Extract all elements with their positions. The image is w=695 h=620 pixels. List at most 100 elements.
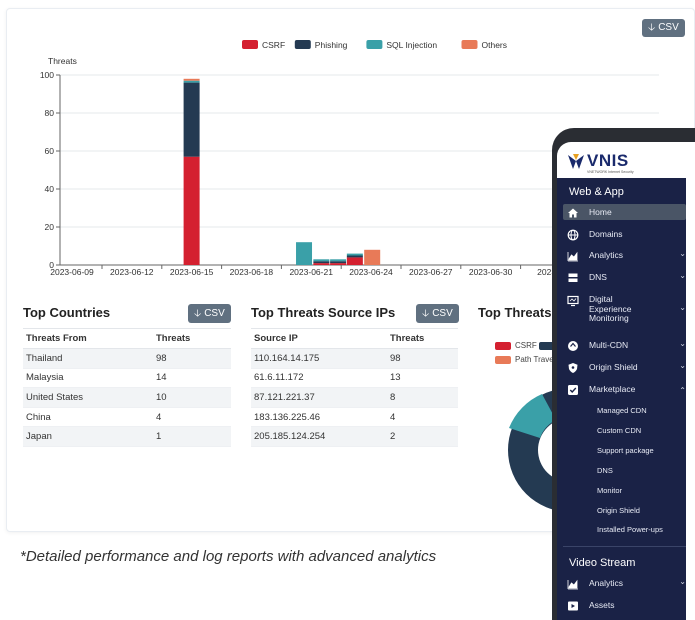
bar-segment-sql-injection xyxy=(346,253,363,256)
sidebar-item-dns[interactable]: DNS ⌄ xyxy=(563,271,686,284)
table-row: 205.185.124.254 2 xyxy=(251,426,458,447)
y-tick-label: 60 xyxy=(45,146,55,156)
submenu-item-custom-cdn[interactable]: Custom CDN xyxy=(597,426,641,435)
y-tick-label: 40 xyxy=(45,184,55,194)
nav-divider xyxy=(563,546,695,547)
vnis-logo-mark-icon xyxy=(568,154,584,169)
legend-swatch xyxy=(495,356,511,364)
legend-label: CSRF xyxy=(262,40,285,50)
bar-segment-phishing xyxy=(330,261,347,264)
x-tick-label: 2023-06-18 xyxy=(230,267,274,277)
legend-swatch xyxy=(294,40,311,49)
nav-section-web-app: Web & App xyxy=(569,186,624,198)
x-tick-label: 2023-06-12 xyxy=(110,267,154,277)
submenu-item-installed-power-ups[interactable]: Installed Power-ups xyxy=(597,525,663,534)
sidebar-item-dem[interactable]: Digital Experience Monitoring ⌄ xyxy=(563,294,686,327)
legend-swatch xyxy=(461,40,478,49)
bar-segment-others xyxy=(364,249,381,265)
chevron-down-icon: ⌄ xyxy=(679,303,686,312)
chart-icon xyxy=(567,579,578,590)
legend-label: Path Trave xyxy=(515,355,554,364)
submenu-item-monitor[interactable]: Monitor xyxy=(597,486,622,495)
legend-label: CSRF xyxy=(515,341,537,350)
table-row: 110.164.14.175 98 xyxy=(251,348,458,369)
legend-swatch xyxy=(495,342,511,350)
shield-icon xyxy=(568,363,578,373)
sidebar-item-home[interactable]: Home xyxy=(563,204,686,220)
legend-label: Others xyxy=(482,40,508,50)
chevron-down-icon: ⌄ xyxy=(679,577,686,586)
chevron-up-icon: ⌃ xyxy=(679,386,686,395)
sidebar-item-domains[interactable]: Domains xyxy=(563,229,686,241)
bar-segment-phishing xyxy=(183,82,200,157)
chevron-down-icon: ⌄ xyxy=(679,361,686,370)
table-row: United States 10 xyxy=(23,387,231,408)
caption: *Detailed performance and log reports wi… xyxy=(20,548,437,565)
column-header[interactable]: Threats xyxy=(387,328,458,349)
bar-segment-others xyxy=(183,78,200,81)
bar-segment-sql-injection xyxy=(183,80,200,83)
x-tick-label: 2023-06-30 xyxy=(469,267,513,277)
x-tick-label: 2023-06-24 xyxy=(349,267,393,277)
x-tick-label: 2023-06-09 xyxy=(50,267,94,277)
legend-swatch xyxy=(242,40,258,49)
column-header[interactable]: Threats From xyxy=(23,328,153,349)
monitor-icon xyxy=(567,295,579,307)
ips-csv-button[interactable]: 🡣 CSV xyxy=(416,304,459,323)
column-header[interactable]: Source IP xyxy=(251,328,387,349)
top-ips-title: Top Threats Source IPs xyxy=(251,305,396,320)
bar-segment-csrf xyxy=(330,263,347,265)
sidebar-item-video-analytics[interactable]: Analytics ⌄ xyxy=(563,577,686,590)
top-ips-table: Source IP Threats 110.164.14.175 98 61.6.… xyxy=(251,328,458,447)
phone-screen: VNIS VNETWORK Internet Security Web & Ap… xyxy=(557,142,695,620)
cdn-icon xyxy=(568,341,578,351)
y-tick-label: 20 xyxy=(45,222,55,232)
bar-segment-csrf xyxy=(313,263,330,265)
submenu-item-managed-cdn[interactable]: Managed CDN xyxy=(597,406,647,415)
download-icon: 🡣 xyxy=(422,308,430,319)
sidebar-item-multi-cdn[interactable]: Multi-CDN ⌄ xyxy=(563,339,686,352)
bar-segment-sql-injection xyxy=(313,259,330,262)
table-row: 61.6.11.172 13 xyxy=(251,368,458,389)
check-shield-icon xyxy=(568,385,578,395)
sidebar-item-origin-shield[interactable]: Origin Shield ⌄ xyxy=(563,361,686,374)
submenu-item-support-package[interactable]: Support package xyxy=(597,446,654,455)
bar-segment-csrf xyxy=(183,156,200,265)
top-threats-title: Top Threats xyxy=(478,305,552,320)
countries-csv-button[interactable]: 🡣 CSV xyxy=(188,304,231,323)
table-row: 183.136.225.46 4 xyxy=(251,407,458,428)
bar-segment-csrf xyxy=(346,257,363,265)
logo-text: VNIS xyxy=(587,151,629,170)
phone-scroll-strip xyxy=(686,178,695,620)
bar-segment-phishing xyxy=(346,255,363,258)
sidebar-item-marketplace[interactable]: Marketplace ⌃ xyxy=(563,384,686,396)
submenu-item-origin-shield[interactable]: Origin Shield xyxy=(597,506,640,515)
chart-icon xyxy=(567,251,578,262)
x-tick-label: 2023-06-21 xyxy=(289,267,333,277)
column-header[interactable]: Threats xyxy=(153,328,231,349)
chevron-down-icon: ⌄ xyxy=(679,339,686,348)
top-countries-table: Threats From Threats Thailand 98 Malaysia… xyxy=(23,328,231,447)
logo-subtext: VNETWORK Internet Security xyxy=(587,170,634,174)
submenu-item-dns[interactable]: DNS xyxy=(597,466,613,475)
bar-segment-sql-injection xyxy=(296,242,313,265)
sidebar-item-assets[interactable]: Assets xyxy=(563,600,686,612)
y-tick-label: 80 xyxy=(45,108,55,118)
y-tick-label: 100 xyxy=(40,70,54,80)
table-row: Japan 1 xyxy=(23,426,231,447)
sidebar-nav: Web & App Home Domains Analytics ⌄ DNS ⌄… xyxy=(557,178,695,620)
globe-icon xyxy=(567,229,579,241)
chevron-down-icon: ⌄ xyxy=(679,249,686,258)
x-tick-label: 2023-06-15 xyxy=(170,267,214,277)
chart-csv-button[interactable]: 🡣 CSV xyxy=(642,19,685,37)
video-icon xyxy=(568,601,578,611)
legend-label: Phishing xyxy=(315,40,348,50)
legend-label: SQL Injection xyxy=(386,40,437,50)
server-icon xyxy=(568,273,578,282)
nav-section-video-stream: Video Stream xyxy=(569,557,636,569)
x-tick-label: 2023-06-27 xyxy=(409,267,453,277)
download-icon: 🡣 xyxy=(648,22,656,33)
sidebar-item-analytics[interactable]: Analytics ⌄ xyxy=(563,249,686,262)
table-row: 87.121.221.37 8 xyxy=(251,387,458,408)
table-row: Malaysia 14 xyxy=(23,368,231,389)
